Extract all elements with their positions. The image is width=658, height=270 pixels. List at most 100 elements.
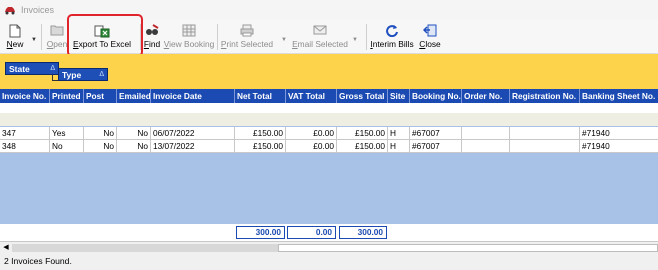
cell-gross-total: £150.00 (337, 127, 388, 140)
cell-invoice-date: 06/07/2022 (151, 127, 235, 140)
envelope-icon (313, 25, 327, 35)
interim-bills-label: Interim Bills (370, 39, 414, 49)
window-title: Invoices (21, 5, 55, 15)
table-row[interactable]: 347 Yes No No 06/07/2022 £150.00 £0.00 £… (0, 127, 658, 140)
status-bar: 2 Invoices Found. (0, 253, 658, 269)
toolbar-separator (41, 24, 42, 50)
column-header-site[interactable]: Site (388, 89, 410, 103)
cell-vat-total: £0.00 (286, 127, 337, 140)
cell-order-no (462, 140, 510, 153)
column-header-emailed[interactable]: Emailed (117, 89, 151, 103)
column-header-booking-no[interactable]: Booking No. (410, 89, 462, 103)
column-header-registration-no[interactable]: Registration No. (510, 89, 580, 103)
exit-door-icon (423, 24, 437, 37)
view-booking-button[interactable]: View Booking (163, 22, 215, 52)
grid-header: Invoice No. Printed Post Emailed Invoice… (0, 89, 658, 103)
cell-registration-no (510, 140, 580, 153)
toolbar: New ▼ Open Export To Excel Find View Boo… (0, 20, 658, 54)
group-chip-label: State (9, 63, 30, 74)
cell-gross-total: £150.00 (337, 140, 388, 153)
toolbar-separator (217, 24, 218, 50)
refresh-icon (386, 25, 398, 37)
toolbar-separator (366, 24, 367, 50)
close-label: Close (419, 39, 441, 49)
email-selected-label: Email Selected (292, 39, 348, 49)
sort-ascending-icon: Δ (99, 71, 104, 78)
print-dropdown-arrow[interactable]: ▼ (281, 37, 287, 43)
app-car-icon (5, 7, 15, 15)
net-total-summary: 300.00 (236, 226, 285, 239)
column-header-order-no[interactable]: Order No. (462, 89, 510, 103)
close-button[interactable]: Close (418, 22, 442, 52)
export-to-excel-button[interactable]: Export To Excel (72, 22, 132, 52)
open-button[interactable]: Open (46, 22, 68, 52)
cell-invoice-no: 348 (0, 140, 50, 153)
column-header-invoice-no[interactable]: Invoice No. (0, 89, 50, 103)
new-document-icon (9, 24, 21, 38)
toolbar-separator (140, 24, 141, 50)
cell-vat-total: £0.00 (286, 140, 337, 153)
cell-booking-no: #67007 (410, 140, 462, 153)
cell-site: H (388, 127, 410, 140)
column-header-invoice-date[interactable]: Invoice Date (151, 89, 235, 103)
print-selected-label: Print Selected (220, 39, 274, 49)
email-selected-button[interactable]: Email Selected (292, 22, 348, 52)
title-bar: Invoices (0, 0, 658, 20)
scroll-left-icon[interactable]: ◀ (1, 243, 11, 253)
column-header-vat-total[interactable]: VAT Total (286, 89, 337, 103)
group-by-panel: State Δ Type Δ (0, 54, 658, 89)
find-label: Find (143, 39, 161, 49)
print-selected-button[interactable]: Print Selected (221, 22, 273, 52)
cell-site: H (388, 140, 410, 153)
scrollbar-track[interactable] (12, 244, 278, 252)
cell-net-total: £150.00 (235, 140, 286, 153)
open-label: Open (46, 39, 68, 49)
folder-icon (50, 25, 64, 36)
interim-bills-button[interactable]: Interim Bills (370, 22, 414, 52)
invoice-grid[interactable]: 347 Yes No No 06/07/2022 £150.00 £0.00 £… (0, 103, 658, 224)
column-header-gross-total[interactable]: Gross Total (337, 89, 388, 103)
column-header-printed[interactable]: Printed (50, 89, 84, 103)
cell-post: No (84, 140, 117, 153)
grid-view-icon (182, 24, 196, 37)
export-excel-icon (94, 25, 110, 38)
column-header-post[interactable]: Post (84, 89, 117, 103)
horizontal-scrollbar[interactable]: ◀ (0, 241, 658, 253)
find-binoculars-icon (146, 24, 159, 35)
new-label: New (6, 39, 24, 49)
view-booking-label: View Booking (163, 39, 215, 49)
cell-order-no (462, 127, 510, 140)
cell-emailed: No (117, 127, 151, 140)
group-chip-state[interactable]: State Δ (5, 62, 59, 75)
cell-printed: Yes (50, 127, 84, 140)
printer-icon (240, 24, 254, 37)
status-text: 2 Invoices Found. (4, 256, 72, 266)
sort-ascending-icon: Δ (50, 65, 55, 72)
scrollbar-thumb[interactable] (278, 244, 658, 252)
cell-registration-no (510, 127, 580, 140)
cell-emailed: No (117, 140, 151, 153)
cell-invoice-no: 347 (0, 127, 50, 140)
gross-total-summary: 300.00 (339, 226, 387, 239)
cell-post: No (84, 127, 117, 140)
vat-total-summary: 0.00 (287, 226, 336, 239)
cell-booking-no: #67007 (410, 127, 462, 140)
totals-footer: 300.00 0.00 300.00 (0, 224, 658, 241)
find-button[interactable]: Find (143, 22, 161, 52)
new-button[interactable]: New (4, 22, 26, 52)
cell-net-total: £150.00 (235, 127, 286, 140)
column-header-net-total[interactable]: Net Total (235, 89, 286, 103)
column-header-banking-sheet-no[interactable]: Banking Sheet No. (580, 89, 658, 103)
export-label: Export To Excel (72, 39, 132, 49)
email-dropdown-arrow[interactable]: ▼ (352, 37, 358, 43)
group-chip-type[interactable]: Type Δ (58, 68, 108, 81)
cell-banking-sheet-no: #71940 (580, 140, 658, 153)
group-chip-label: Type (62, 69, 82, 80)
cell-banking-sheet-no: #71940 (580, 127, 658, 140)
new-dropdown-arrow[interactable]: ▼ (31, 37, 37, 43)
filter-row[interactable] (0, 103, 658, 113)
cell-printed: No (50, 140, 84, 153)
cell-invoice-date: 13/07/2022 (151, 140, 235, 153)
group-row[interactable] (0, 113, 658, 126)
table-row[interactable]: 348 No No No 13/07/2022 £150.00 £0.00 £1… (0, 140, 658, 153)
